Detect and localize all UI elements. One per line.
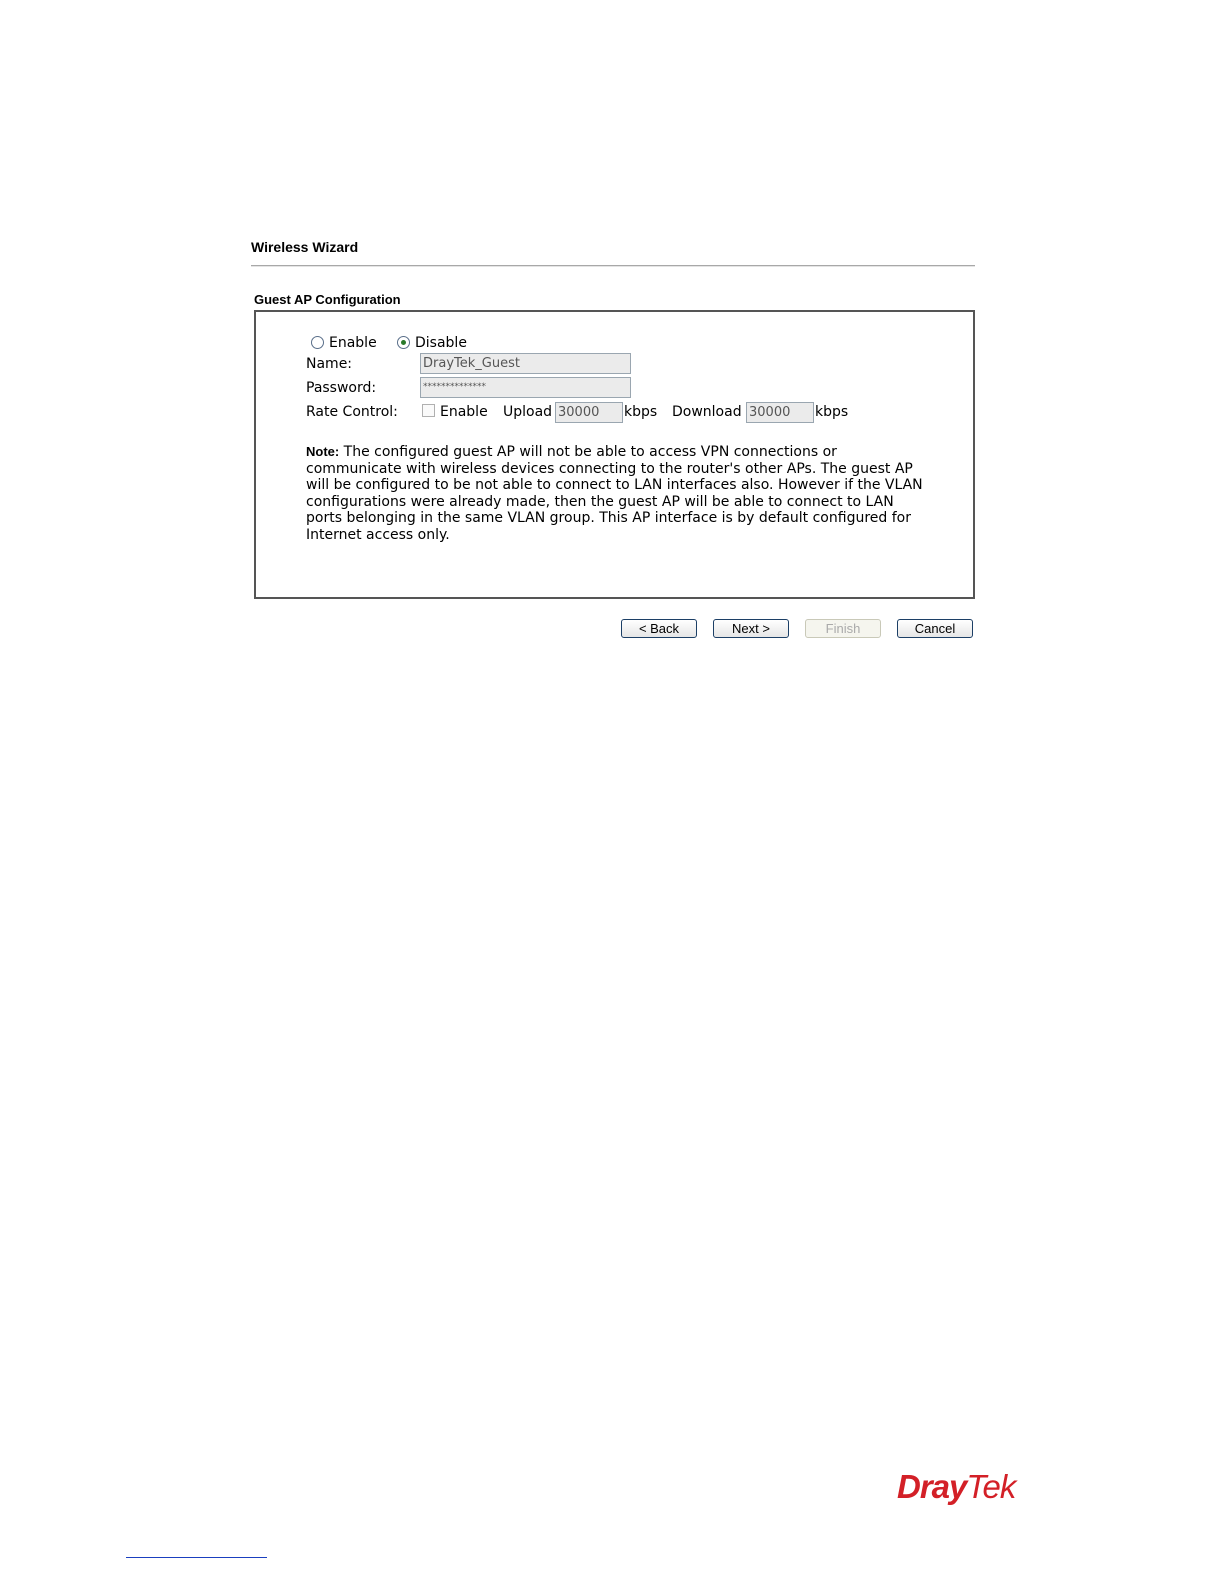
download-label: Download: [672, 404, 742, 420]
draytek-logo: DrayTek: [897, 1468, 1016, 1506]
enable-radio[interactable]: [311, 336, 324, 349]
finish-button[interactable]: Finish: [805, 619, 881, 638]
disable-radio-label: Disable: [415, 335, 467, 351]
note-body: The configured guest AP will not be able…: [306, 444, 923, 543]
password-label: Password:: [306, 380, 377, 396]
upload-label: Upload: [503, 404, 553, 420]
note-label: Note:: [306, 444, 340, 459]
password-field[interactable]: **************: [420, 377, 631, 398]
rate-control-label: Rate Control:: [306, 404, 398, 420]
rate-enable-label: Enable: [440, 404, 488, 420]
upload-unit: kbps: [624, 404, 658, 420]
cancel-button[interactable]: Cancel: [897, 619, 973, 638]
wizard-title: Wireless Wizard: [251, 239, 359, 255]
footer-link-underline[interactable]: [126, 1557, 267, 1558]
section-title: Guest AP Configuration: [254, 292, 401, 307]
disable-radio[interactable]: [397, 336, 410, 349]
rate-enable-checkbox[interactable]: [422, 404, 435, 417]
logo-dray: Dray: [897, 1468, 967, 1505]
download-field[interactable]: 30000: [746, 402, 814, 423]
enable-radio-label: Enable: [329, 335, 377, 351]
upload-field[interactable]: 30000: [555, 402, 623, 423]
title-divider: [251, 265, 975, 267]
note-text: Note: The configured guest AP will not b…: [306, 444, 931, 543]
back-button[interactable]: < Back: [621, 619, 697, 638]
logo-tek: Tek: [966, 1468, 1016, 1505]
download-unit: kbps: [815, 404, 849, 420]
next-button[interactable]: Next >: [713, 619, 789, 638]
name-field[interactable]: DrayTek_Guest: [420, 353, 631, 374]
name-label: Name:: [306, 356, 353, 372]
